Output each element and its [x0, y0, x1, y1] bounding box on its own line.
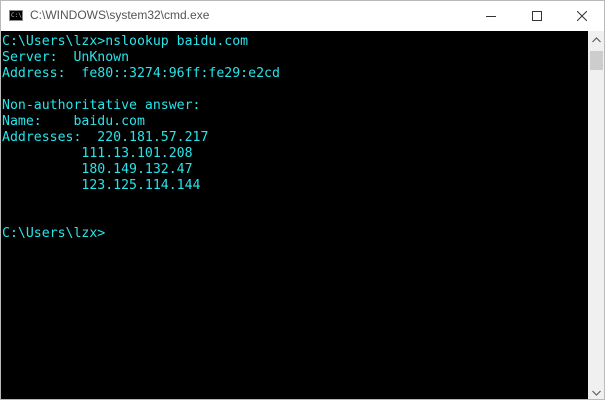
console-line-command: C:\Users\lzx>nslookup baidu.com — [2, 34, 249, 49]
minimize-button[interactable] — [468, 1, 514, 31]
window-title: C:\WINDOWS\system32\cmd.exe — [30, 8, 210, 22]
vertical-scrollbar[interactable] — [588, 31, 604, 399]
console-line-server: Server: UnKnown — [2, 50, 130, 65]
console-line-address-4: 123.125.114.144 — [2, 178, 201, 193]
console-line-name: Name: baidu.com — [2, 114, 145, 129]
cmd-icon[interactable]: C:\ — [9, 10, 23, 21]
console-line-server-address: Address: fe80::3274:96ff:fe29:e2cd — [2, 66, 280, 81]
scroll-down-arrow-icon — [592, 390, 601, 396]
scroll-up-arrow-icon — [592, 36, 601, 42]
cmd-icon-glyph: C:\ — [11, 12, 22, 19]
console-line-address-3: 180.149.132.47 — [2, 162, 193, 177]
console-line-prompt: C:\Users\lzx> — [2, 226, 106, 241]
minimize-icon — [486, 16, 496, 17]
maximize-button[interactable] — [514, 1, 560, 31]
title-bar[interactable]: C:\ C:\WINDOWS\system32\cmd.exe — [1, 1, 604, 31]
maximize-icon — [532, 11, 542, 21]
cmd-window: C:\ C:\WINDOWS\system32\cmd.exe C:\Users… — [0, 0, 605, 400]
console-line-address-2: 111.13.101.208 — [2, 146, 193, 161]
scroll-thumb[interactable] — [590, 51, 603, 70]
close-button[interactable] — [559, 1, 604, 31]
console-lines: C:\Users\lzx>nslookup baidu.com Server: … — [2, 34, 280, 242]
console-line-non-authoritative: Non-authoritative answer: — [2, 98, 201, 113]
scroll-up-button[interactable] — [588, 31, 604, 48]
console-line-addresses: Addresses: 220.181.57.217 — [2, 130, 209, 145]
close-icon — [577, 11, 587, 21]
console-output[interactable]: C:\Users\lzx>nslookup baidu.com Server: … — [1, 31, 588, 399]
scroll-down-button[interactable] — [588, 384, 604, 399]
